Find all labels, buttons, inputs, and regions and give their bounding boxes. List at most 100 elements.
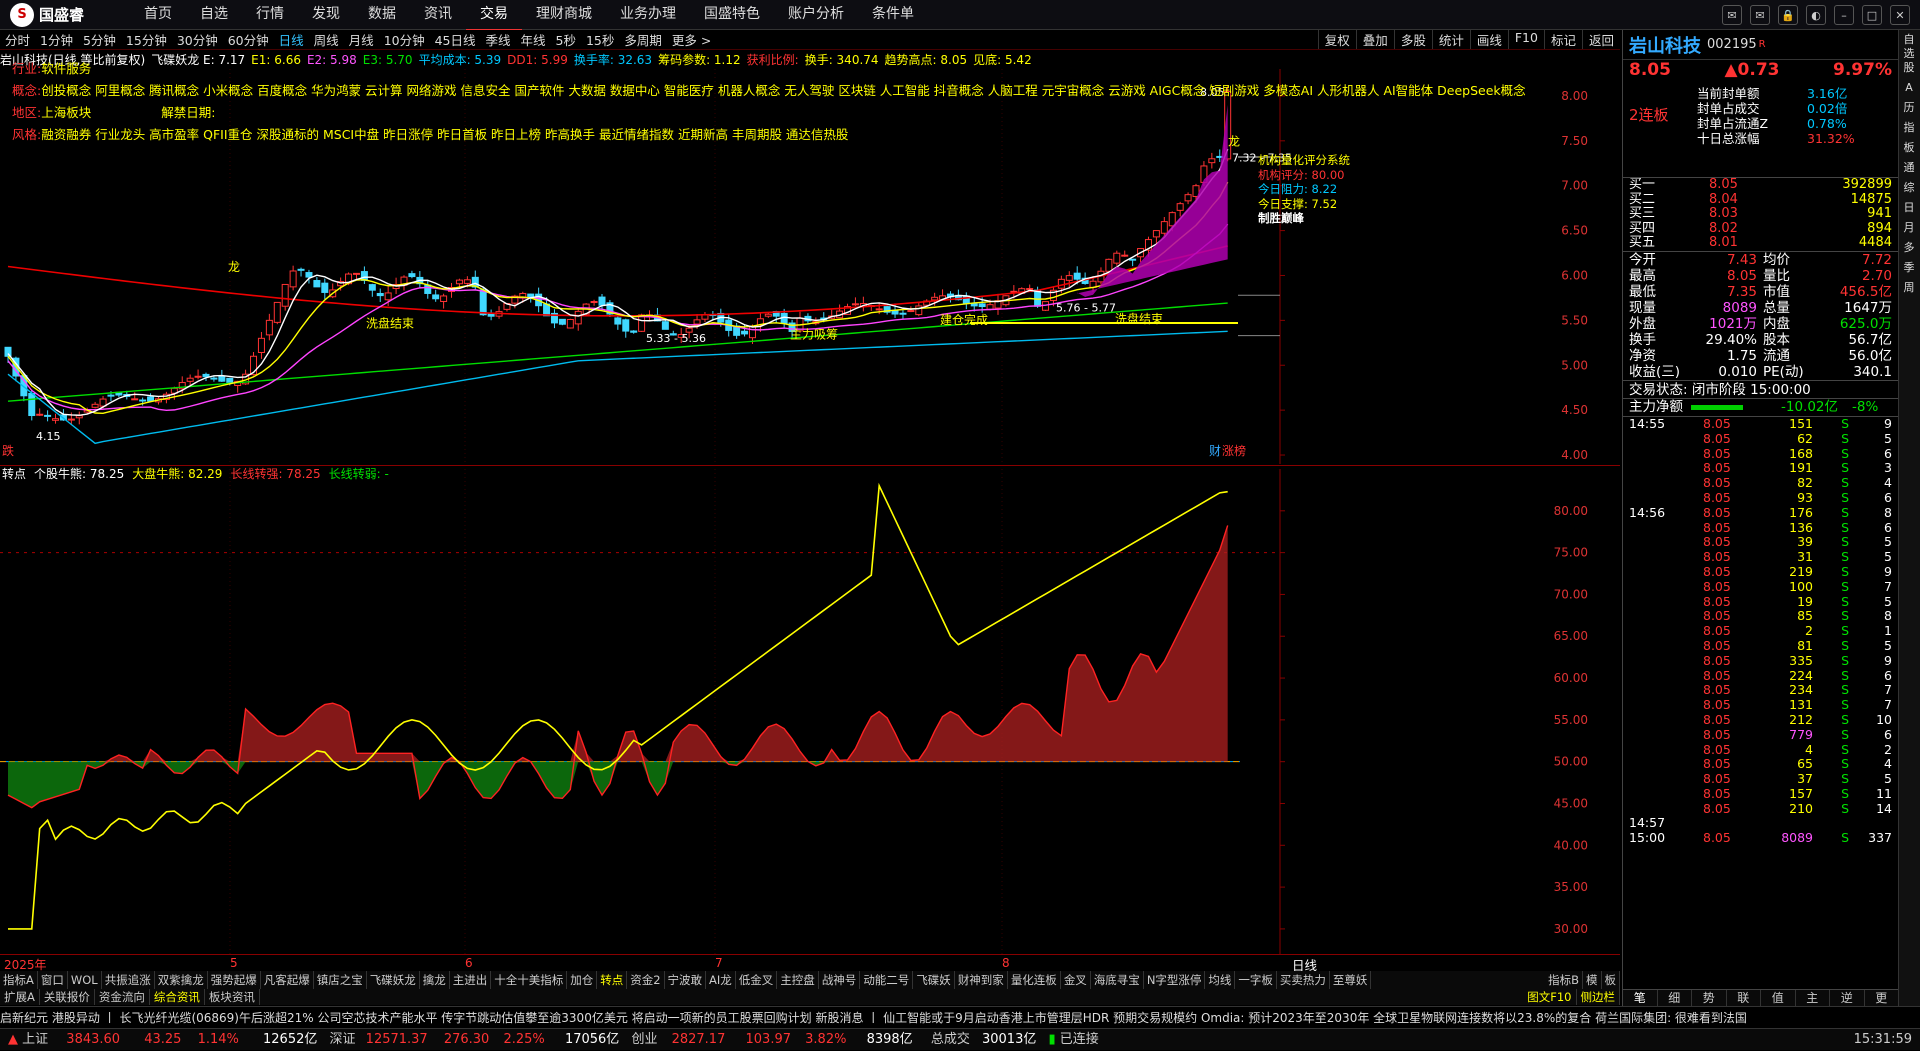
tool-4[interactable]: 画线 (1469, 30, 1508, 49)
menu-item-2[interactable]: 行情 (242, 0, 298, 31)
menu-item-0[interactable]: 首页 (130, 0, 186, 31)
indicator-tab-14[interactable]: 资金2 (627, 971, 665, 989)
max-icon[interactable]: □ (1862, 5, 1882, 25)
period-tab-3[interactable]: 15分钟 (121, 30, 172, 49)
indicator-tab-11[interactable]: 十全十美指标 (491, 971, 568, 989)
quote-tab-5[interactable]: 主 (1796, 990, 1830, 1006)
tool-2[interactable]: 多股 (1393, 30, 1432, 49)
indicator-tab-2[interactable]: WOL (68, 971, 102, 989)
period-tab-14[interactable]: 15秒 (581, 30, 619, 49)
indicator-tab-9[interactable]: 擒龙 (420, 971, 450, 989)
sidebar-item-11[interactable]: 周 (1899, 278, 1919, 298)
quote-tab-7[interactable]: 更 (1865, 990, 1899, 1006)
lock-icon[interactable]: 🔒 (1778, 5, 1798, 25)
info-tab-right-0[interactable]: 图文F10 (1523, 989, 1577, 1005)
indicator-tab-12[interactable]: 加仓 (567, 971, 598, 989)
indicator-tab-19[interactable]: 战神号 (819, 971, 861, 989)
news-ticker[interactable]: 启新纪元 港股异动 丨 长飞光纤光缆(06869)午后涨超21% 公司空芯技术产… (0, 1006, 1920, 1028)
quote-tab-3[interactable]: 联 (1727, 990, 1761, 1006)
info-tab-2[interactable]: 资金流向 (95, 989, 150, 1005)
indicator-tab-24[interactable]: 金叉 (1061, 971, 1091, 989)
min-icon[interactable]: – (1834, 5, 1854, 25)
app-logo[interactable]: S 国盛睿 (0, 2, 130, 27)
menu-item-5[interactable]: 资讯 (410, 0, 466, 31)
period-tab-4[interactable]: 30分钟 (172, 30, 223, 49)
period-tab-12[interactable]: 年线 (516, 30, 551, 49)
sidebar-item-5[interactable]: 通 (1899, 158, 1919, 178)
info-tab-4[interactable]: 板块资讯 (205, 989, 260, 1005)
period-tab-2[interactable]: 5分钟 (78, 30, 121, 49)
quote-tab-2[interactable]: 势 (1692, 990, 1727, 1006)
indicator-tab-right-2[interactable]: 板 (1602, 971, 1620, 989)
sidebar-item-9[interactable]: 多 (1899, 238, 1919, 258)
period-tab-11[interactable]: 季线 (481, 30, 516, 49)
sidebar-item-2[interactable]: 历 (1899, 98, 1919, 118)
menu-item-11[interactable]: 条件单 (858, 0, 928, 31)
menu-item-4[interactable]: 数据 (354, 0, 410, 31)
indicator-tab-27[interactable]: 均线 (1205, 971, 1236, 989)
indicator-tab-0[interactable]: 指标A (0, 971, 38, 989)
indicator-tab-right-1[interactable]: 模 (1583, 971, 1602, 989)
menu-item-1[interactable]: 自选 (186, 0, 242, 31)
period-tab-15[interactable]: 多周期 (619, 30, 667, 49)
sidebar-item-6[interactable]: 综 (1899, 178, 1919, 198)
indicator-tab-5[interactable]: 强势起爆 (208, 971, 261, 989)
tool-5[interactable]: F10 (1507, 30, 1544, 49)
menu-item-8[interactable]: 业务办理 (606, 0, 690, 31)
indicator-tab-4[interactable]: 双紫擒龙 (155, 971, 208, 989)
mail-icon[interactable]: ✉ (1750, 5, 1770, 25)
indicator-tab-29[interactable]: 买卖热力 (1277, 971, 1330, 989)
menu-item-3[interactable]: 发现 (298, 0, 354, 31)
indicator-tab-8[interactable]: 飞碟妖龙 (367, 971, 420, 989)
indicator-tab-25[interactable]: 海底寻宝 (1091, 971, 1144, 989)
period-tab-10[interactable]: 45日线 (430, 30, 481, 49)
indicator-tab-23[interactable]: 量化连板 (1008, 971, 1061, 989)
indicator-tab-30[interactable]: 至尊妖 (1330, 971, 1372, 989)
period-tab-16[interactable]: 更多 > (667, 30, 716, 49)
indicator-chart[interactable]: 80.00 75.00 70.00 65.00 60.00 55.00 50.00 45.00… (0, 469, 1620, 954)
sidebar-item-10[interactable]: 季 (1899, 258, 1919, 278)
indicator-tab-28[interactable]: 一字板 (1235, 971, 1277, 989)
bid-row[interactable]: 买一 8.05 392899 (1629, 177, 1892, 193)
period-tab-6[interactable]: 日线 (274, 30, 309, 49)
period-tab-0[interactable]: 分时 (0, 30, 35, 49)
indicator-tab-22[interactable]: 财神到家 (955, 971, 1008, 989)
indicator-tab-1[interactable]: 窗口 (38, 971, 68, 989)
bid-row[interactable]: 买二 8.04 14875 (1629, 192, 1892, 208)
period-tab-5[interactable]: 60分钟 (223, 30, 274, 49)
tool-1[interactable]: 叠加 (1355, 30, 1394, 49)
indicator-tab-6[interactable]: 凡客起爆 (261, 971, 314, 989)
bid-row[interactable]: 买五 8.01 4484 (1629, 236, 1892, 251)
period-tab-9[interactable]: 10分钟 (379, 30, 430, 49)
indicator-tab-26[interactable]: N字型涨停 (1144, 971, 1206, 989)
tool-3[interactable]: 统计 (1431, 30, 1470, 49)
period-tab-1[interactable]: 1分钟 (35, 30, 78, 49)
sidebar-item-1[interactable]: A (1899, 78, 1919, 98)
bid-row[interactable]: 买四 8.02 894 (1629, 221, 1892, 237)
menu-item-7[interactable]: 理财商城 (522, 0, 606, 31)
msg-icon[interactable]: ✉ (1722, 5, 1742, 25)
indicator-tab-10[interactable]: 主进出 (450, 971, 492, 989)
indicator-tab-16[interactable]: AI龙 (706, 971, 736, 989)
menu-item-6[interactable]: 交易 (466, 0, 522, 31)
quote-tab-0[interactable]: 笔 (1623, 990, 1658, 1006)
tool-0[interactable]: 复权 (1317, 30, 1356, 49)
sidebar-item-7[interactable]: 日 (1899, 198, 1919, 218)
indicator-tab-7[interactable]: 镇店之宝 (314, 971, 367, 989)
indicator-tab-right-0[interactable]: 指标B (1545, 971, 1583, 989)
indicator-tab-21[interactable]: 飞碟妖 (913, 971, 955, 989)
tick-list[interactable]: 14:55 8.05 151 S 9 8.05 62 S 5 8.05 168 S 6 8.05 191 S 3… (1623, 416, 1898, 846)
sidebar-item-3[interactable]: 指 (1899, 118, 1919, 138)
info-tab-3[interactable]: 综合资讯 (150, 989, 205, 1005)
tool-6[interactable]: 标记 (1543, 30, 1582, 49)
indicator-tab-18[interactable]: 主控盘 (777, 971, 819, 989)
sidebar-item-0[interactable]: 自选股 (1899, 30, 1919, 78)
period-tab-7[interactable]: 周线 (309, 30, 344, 49)
sidebar-item-8[interactable]: 月 (1899, 218, 1919, 238)
menu-item-10[interactable]: 账户分析 (774, 0, 858, 31)
indicator-tab-15[interactable]: 宁波敢 (665, 971, 707, 989)
indicator-tab-3[interactable]: 共振追涨 (102, 971, 155, 989)
bid-row[interactable]: 买三 8.03 941 (1629, 207, 1892, 222)
info-tab-right-1[interactable]: 侧边栏 (1577, 989, 1620, 1005)
period-tab-13[interactable]: 5秒 (551, 30, 581, 49)
